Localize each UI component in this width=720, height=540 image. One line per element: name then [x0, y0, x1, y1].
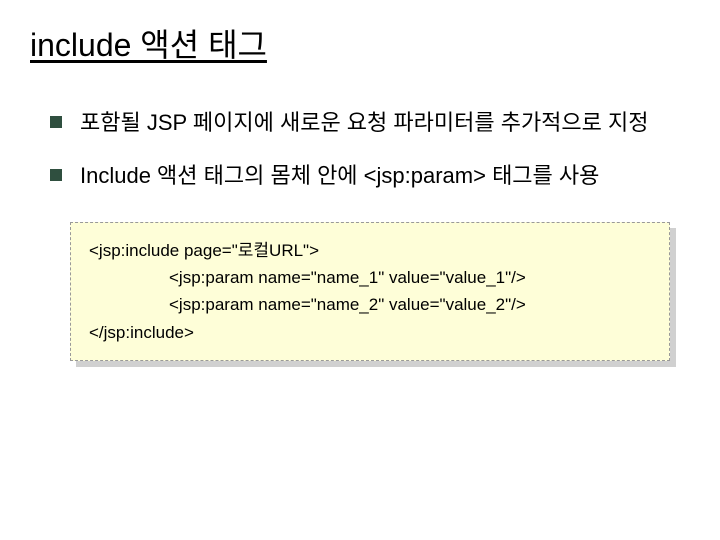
bullet-text: 포함될 JSP 페이지에 새로운 요청 파라미터를 추가적으로 지정: [80, 106, 690, 139]
code-line: <jsp:param name="name_2" value="value_2"…: [89, 291, 651, 318]
bullet-item: 포함될 JSP 페이지에 새로운 요청 파라미터를 추가적으로 지정: [50, 106, 690, 139]
square-bullet-icon: [50, 116, 62, 128]
code-line: <jsp:include page="로컬URL">: [89, 237, 651, 264]
code-box-container: <jsp:include page="로컬URL"> <jsp:param na…: [70, 222, 670, 361]
bullet-list: 포함될 JSP 페이지에 새로운 요청 파라미터를 추가적으로 지정 Inclu…: [50, 106, 690, 192]
square-bullet-icon: [50, 169, 62, 181]
code-box: <jsp:include page="로컬URL"> <jsp:param na…: [70, 222, 670, 361]
code-line: </jsp:include>: [89, 319, 651, 346]
bullet-text: Include 액션 태그의 몸체 안에 <jsp:param> 태그를 사용: [80, 159, 690, 192]
slide-title: include 액션 태그: [30, 20, 690, 66]
bullet-item: Include 액션 태그의 몸체 안에 <jsp:param> 태그를 사용: [50, 159, 690, 192]
code-line: <jsp:param name="name_1" value="value_1"…: [89, 264, 651, 291]
